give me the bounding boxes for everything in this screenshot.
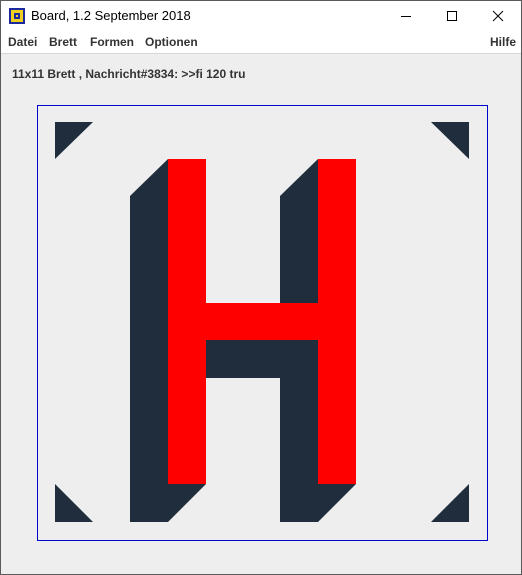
board-canvas[interactable] (37, 105, 488, 541)
main-content: 11x11 Brett , Nachricht#3834: >>fi 120 t… (1, 54, 521, 574)
menu-hilfe[interactable]: Hilfe (490, 35, 516, 49)
menu-optionen[interactable]: Optionen (145, 35, 198, 49)
title-bar[interactable]: Board, 1.2 September 2018 (1, 1, 521, 31)
corner-bottom-left (55, 484, 93, 522)
status-message: 11x11 Brett , Nachricht#3834: >>fi 120 t… (12, 67, 246, 81)
menu-datei[interactable]: Datei (8, 35, 37, 49)
menu-formen[interactable]: Formen (90, 35, 134, 49)
maximize-icon (447, 11, 457, 21)
menu-bar: Datei Brett Formen Optionen Hilfe (1, 31, 521, 54)
app-window: Board, 1.2 September 2018 Datei Brett Fo… (0, 0, 522, 575)
app-icon (8, 7, 26, 25)
close-button[interactable] (475, 1, 521, 31)
board-drawing (55, 122, 469, 522)
corner-bottom-right (431, 484, 469, 522)
maximize-button[interactable] (429, 1, 475, 31)
minimize-button[interactable] (383, 1, 429, 31)
corner-top-right (431, 122, 469, 159)
corner-top-left (55, 122, 93, 159)
close-icon (492, 10, 504, 22)
letter-h (168, 159, 356, 484)
window-title: Board, 1.2 September 2018 (31, 8, 191, 23)
menu-brett[interactable]: Brett (49, 35, 77, 49)
minimize-icon (401, 16, 411, 17)
